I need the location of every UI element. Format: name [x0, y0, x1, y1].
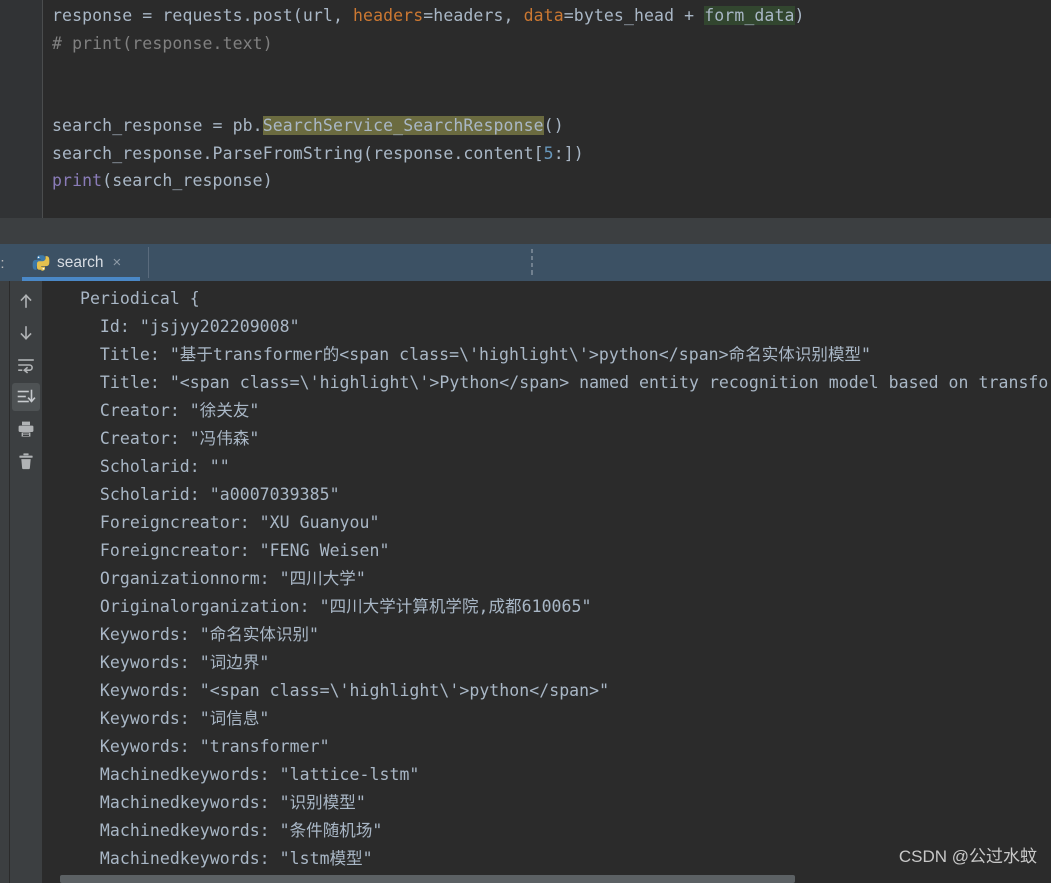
- python-icon: [32, 254, 50, 272]
- console-line: Scholarid: "a0007039385": [60, 485, 340, 504]
- code-token: data: [523, 6, 564, 25]
- code-editor-pane[interactable]: response = requests.post(url, headers=he…: [0, 0, 1051, 218]
- console-line: Keywords: "词边界": [60, 653, 270, 672]
- console-line: Foreigncreator: "FENG Weisen": [60, 541, 390, 560]
- console-line: Creator: "徐关友": [60, 401, 260, 420]
- code-token: # print(response.text): [52, 33, 273, 53]
- code-token: :]): [553, 143, 584, 163]
- run-tool-window-label: n:: [0, 255, 5, 272]
- console-line: Id: "jsjyy202209008": [60, 317, 300, 336]
- tabbar-divider: [148, 247, 149, 278]
- code-token: 5: [543, 143, 554, 163]
- code-token: (search_response): [102, 171, 273, 190]
- soft-wrap-icon[interactable]: [12, 351, 40, 379]
- trash-icon[interactable]: [12, 447, 40, 475]
- console-line: Title: "<span class=\'highlight\'>Python…: [60, 373, 1051, 392]
- console-line: Keywords: "词信息": [60, 709, 270, 728]
- code-line: search_response = pb.SearchService_Searc…: [44, 112, 1051, 140]
- print-icon[interactable]: [12, 415, 40, 443]
- code-token: search_response.ParseFromString(response…: [52, 143, 544, 163]
- console-scrollbar-thumb[interactable]: [60, 875, 795, 883]
- console-line: Machinedkeywords: "识别模型": [60, 793, 366, 812]
- console-line: Keywords: "命名实体识别": [60, 625, 320, 644]
- pane-splitter[interactable]: [0, 218, 1051, 244]
- console-output-text[interactable]: Periodical { Id: "jsjyy202209008" Title:…: [42, 281, 1051, 883]
- console-toolbar: [10, 281, 42, 883]
- code-token: SearchService_SearchResponse: [262, 116, 544, 135]
- code-token: search_response = pb.: [52, 116, 263, 135]
- console-line: Scholarid: "": [60, 457, 230, 476]
- editor-line-number-gutter[interactable]: [0, 0, 43, 218]
- code-token: (): [543, 116, 564, 135]
- console-line: Title: "基于transformer的<span class=\'high…: [60, 345, 872, 364]
- editor-code-area[interactable]: response = requests.post(url, headers=he…: [44, 0, 1051, 218]
- code-token: =headers,: [423, 6, 524, 25]
- scroll-to-end-icon[interactable]: [12, 383, 40, 411]
- code-token: print: [52, 171, 103, 190]
- tab-search[interactable]: search ×: [22, 244, 140, 281]
- run-console: Periodical { Id: "jsjyy202209008" Title:…: [0, 281, 1051, 883]
- console-line: Keywords: "transformer": [60, 737, 330, 756]
- console-line: Keywords: "<span class=\'highlight\'>pyt…: [60, 681, 610, 700]
- console-horizontal-scrollbar[interactable]: [42, 873, 1051, 883]
- code-token: ): [794, 6, 805, 25]
- console-line: Machinedkeywords: "条件随机场": [60, 821, 383, 840]
- console-line: Machinedkeywords: "lattice-lstm": [60, 765, 420, 784]
- code-line: search_response.ParseFromString(response…: [44, 140, 1051, 168]
- code-line: # print(response.text): [44, 30, 1051, 58]
- down-arrow-icon[interactable]: [12, 319, 40, 347]
- close-icon[interactable]: ×: [113, 255, 122, 270]
- code-token: headers: [353, 6, 424, 25]
- code-token: response = requests.post(url,: [52, 6, 354, 25]
- console-left-strip: [0, 281, 10, 883]
- tabbar-drag-handle[interactable]: [531, 249, 533, 275]
- console-line: Foreigncreator: "XU Guanyou": [60, 513, 380, 532]
- run-tool-window-tabbar: n: search ×: [0, 244, 1051, 281]
- code-token: =bytes_head +: [563, 6, 705, 25]
- pycharm-window: response = requests.post(url, headers=he…: [0, 0, 1051, 883]
- console-line: Organizationnorm: "四川大学": [60, 569, 366, 588]
- code-token: form_data: [704, 6, 795, 25]
- tab-label: search: [57, 253, 104, 271]
- console-line: Creator: "冯伟森": [60, 429, 260, 448]
- console-line: Periodical {: [60, 289, 200, 308]
- code-line: response = requests.post(url, headers=he…: [44, 2, 1051, 30]
- code-line: print(search_response): [44, 167, 1051, 195]
- console-line: Machinedkeywords: "lstm模型": [60, 849, 373, 868]
- up-arrow-icon[interactable]: [12, 287, 40, 315]
- console-line: Originalorganization: "四川大学计算机学院,成都61006…: [60, 597, 592, 616]
